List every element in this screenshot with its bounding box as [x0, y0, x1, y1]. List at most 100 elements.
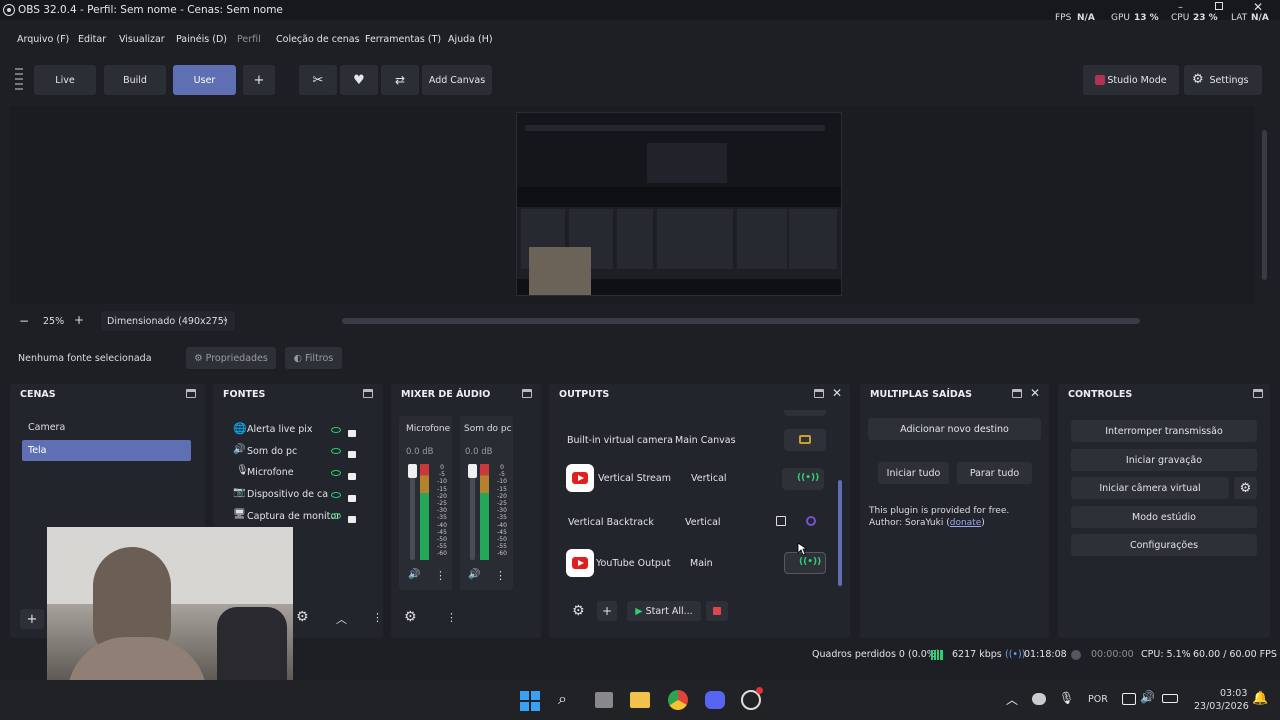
start-virtual-camera-button[interactable]: Iniciar câmera virtual	[1071, 477, 1229, 499]
dock-icon[interactable]	[522, 389, 532, 398]
network-activity-icon[interactable]	[1032, 693, 1046, 705]
clock-date[interactable]: 23/03/2026	[1194, 701, 1249, 712]
language-indicator[interactable]: POR	[1088, 694, 1108, 705]
eye-icon[interactable]	[331, 427, 341, 433]
menu-colecao-de-cenas[interactable]: Coleção de cenas	[276, 34, 360, 45]
search-icon[interactable]: ⌕	[558, 689, 567, 709]
gear-icon[interactable]: ⚙	[404, 609, 417, 625]
eye-icon[interactable]	[331, 470, 341, 476]
source-item-alerta[interactable]: Alerta live pix	[247, 424, 313, 435]
swap-icon[interactable]: ⇄	[381, 65, 419, 95]
start-all-multi-button[interactable]: Iniciar tudo	[878, 462, 949, 484]
donate-link[interactable]: donate	[950, 518, 982, 528]
dock-icon[interactable]	[363, 389, 373, 398]
virtual-camera-settings-button[interactable]: ⚙	[1234, 477, 1257, 499]
volume-slider[interactable]	[410, 464, 415, 560]
menu-ferramentas[interactable]: Ferramentas (T)	[365, 34, 441, 45]
file-explorer-icon[interactable]	[630, 692, 650, 708]
chevron-up-icon[interactable]: ︿	[1006, 691, 1018, 708]
close-icon[interactable]: ✕	[1253, 0, 1263, 14]
source-item-dispositivo[interactable]: Dispositivo de captu	[247, 489, 329, 500]
stop-all-multi-button[interactable]: Parar tudo	[957, 462, 1032, 484]
dock-icon[interactable]	[186, 389, 196, 398]
preview-canvas[interactable]	[516, 112, 842, 296]
lock-icon[interactable]	[348, 451, 356, 458]
scissors-icon[interactable]: ✂	[299, 65, 337, 95]
menu-arquivo[interactable]: Arquivo (F)	[17, 34, 69, 45]
more-vertical-icon[interactable]: ⋮	[495, 569, 506, 582]
scene-item-camera[interactable]: Camera	[28, 422, 65, 433]
discord-icon[interactable]	[705, 691, 725, 709]
menu-perfil[interactable]: Perfil	[237, 34, 261, 45]
drag-handle-icon[interactable]	[15, 68, 23, 92]
start-all-button[interactable]: ▶ Start All...	[627, 601, 701, 621]
preview-horizontal-scrollbar[interactable]	[342, 318, 1140, 324]
maximize-icon[interactable]	[1215, 2, 1223, 10]
studio-mode-button[interactable]: Studio Mode	[1083, 65, 1179, 95]
live-button[interactable]: Live	[34, 65, 96, 95]
outputs-scrollbar[interactable]	[838, 480, 842, 586]
add-canvas-button[interactable]: Add Canvas	[422, 65, 492, 95]
virtual-camera-toggle[interactable]	[784, 429, 826, 451]
lock-icon[interactable]	[348, 473, 356, 480]
volume-icon[interactable]: 🔊	[1140, 690, 1155, 704]
stop-streaming-button[interactable]: Interromper transmissão	[1071, 420, 1257, 442]
add-canvas-mode-button[interactable]: +	[243, 65, 275, 95]
build-button[interactable]: Build	[104, 65, 166, 95]
settings-control-button[interactable]: Configurações	[1071, 534, 1257, 556]
volume-slider[interactable]	[470, 464, 475, 560]
dock-icon[interactable]	[814, 389, 824, 398]
task-view-icon[interactable]	[595, 692, 613, 708]
chevron-up-icon[interactable]: ︿	[336, 611, 347, 627]
settings-button[interactable]: ⚙ Settings	[1184, 65, 1262, 95]
lock-icon[interactable]	[348, 430, 356, 437]
add-scene-button[interactable]: +	[20, 609, 44, 629]
zoom-out-button[interactable]: −	[19, 314, 29, 328]
source-item-captura[interactable]: Captura de monitor	[247, 511, 340, 522]
gear-icon[interactable]: ⚙	[296, 609, 309, 625]
menu-ajuda[interactable]: Ajuda (H)	[448, 34, 493, 45]
microphone-icon[interactable]: 🎙	[1059, 691, 1074, 705]
heart-icon[interactable]: ♥	[340, 65, 378, 95]
scene-item-tela[interactable]: Tela	[22, 440, 191, 461]
clock-time[interactable]: 03:03	[1220, 688, 1247, 699]
speaker-icon[interactable]: 🔊	[468, 569, 480, 580]
eye-icon[interactable]	[331, 448, 341, 454]
zoom-in-button[interactable]: +	[74, 313, 84, 327]
menu-paineis[interactable]: Painéis (D)	[176, 34, 227, 45]
windows-start-icon[interactable]	[520, 691, 540, 711]
preview-vertical-scrollbar[interactable]	[1262, 130, 1267, 280]
scale-dropdown[interactable]: Dimensionado (490x275) ⌄	[101, 311, 235, 331]
lock-icon[interactable]	[348, 495, 356, 502]
monitor-icon[interactable]	[1122, 693, 1136, 705]
stop-icon[interactable]	[776, 516, 786, 526]
properties-button[interactable]: ⚙ Propriedades	[186, 347, 276, 369]
record-icon[interactable]	[806, 516, 816, 526]
speaker-icon[interactable]: 🔊	[408, 569, 420, 580]
eye-icon[interactable]	[331, 492, 341, 498]
vertical-stream-toggle[interactable]: ((•))	[782, 468, 824, 490]
add-destination-button[interactable]: Adicionar novo destino	[868, 418, 1041, 440]
start-recording-button[interactable]: Iniciar gravação	[1071, 449, 1257, 471]
source-item-microfone[interactable]: Microfone	[247, 467, 294, 478]
battery-icon[interactable]	[1162, 694, 1178, 703]
minimize-icon[interactable]: –	[1178, 2, 1183, 13]
menu-visualizar[interactable]: Visualizar	[119, 34, 165, 45]
close-icon[interactable]: ✕	[832, 386, 842, 400]
more-vertical-icon[interactable]: ⋮	[372, 611, 383, 624]
gear-icon[interactable]: ⚙	[572, 603, 585, 619]
studio-mode-toggle-button[interactable]: Modo estúdio	[1071, 506, 1257, 528]
stop-all-button[interactable]	[706, 601, 728, 621]
notification-bell-icon[interactable]: 🔔	[1252, 691, 1268, 706]
volume-slider-handle[interactable]	[468, 464, 477, 478]
more-vertical-icon[interactable]: ⋮	[446, 611, 457, 624]
lock-icon[interactable]	[348, 516, 356, 523]
eye-icon[interactable]	[331, 513, 341, 519]
more-vertical-icon[interactable]: ⋮	[435, 569, 446, 582]
close-icon[interactable]: ✕	[1030, 386, 1040, 400]
menu-editar[interactable]: Editar	[78, 34, 106, 45]
chrome-icon[interactable]	[668, 690, 688, 710]
source-item-som-do-pc[interactable]: Som do pc	[247, 446, 297, 457]
dock-icon[interactable]	[1012, 389, 1022, 398]
volume-slider-handle[interactable]	[408, 464, 417, 478]
